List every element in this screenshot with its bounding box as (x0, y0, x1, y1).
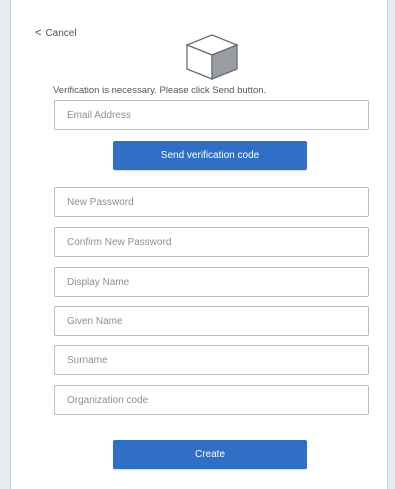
confirm-password-field[interactable] (54, 227, 369, 257)
email-field[interactable] (54, 100, 369, 130)
given-name-field[interactable] (54, 306, 369, 336)
surname-field[interactable] (54, 345, 369, 375)
signup-panel: < Cancel Verification is necessary. Plea… (10, 0, 388, 489)
chevron-left-icon: < (35, 27, 42, 39)
create-button[interactable]: Create (113, 440, 307, 469)
cancel-link[interactable]: < Cancel (35, 27, 77, 39)
send-verification-code-button[interactable]: Send verification code (113, 141, 307, 170)
cube-icon (185, 34, 239, 80)
display-name-field[interactable] (54, 267, 369, 297)
cancel-label: Cancel (45, 27, 77, 39)
verification-message: Verification is necessary. Please click … (53, 85, 267, 96)
new-password-field[interactable] (54, 187, 369, 217)
organization-code-field[interactable] (54, 385, 369, 415)
